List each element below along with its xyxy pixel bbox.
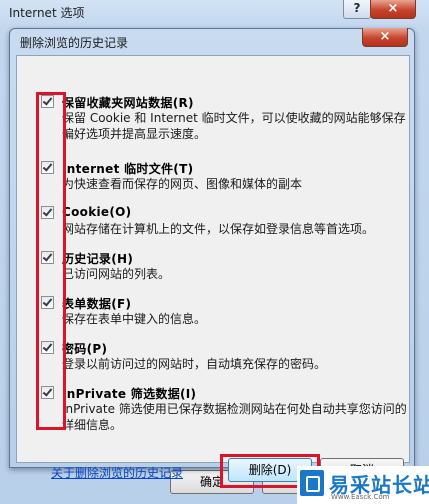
option-title: Internet 临时文件(T) xyxy=(62,162,194,176)
option-description: 网站存储在计算机上的文件，以保存如登录信息等首选项。 xyxy=(62,222,375,236)
window-title: Internet 选项 xyxy=(9,6,85,20)
option-title: 密码(P) xyxy=(62,342,108,356)
option-description: 登录以前访问过的网站时，自动填充保存的密码。 xyxy=(62,357,327,371)
watermark-url: Www.Easck.Com xyxy=(331,493,390,501)
watermark-logo-icon xyxy=(300,470,324,496)
option-title: 保留收藏夹网站数据(R) xyxy=(62,96,194,110)
option-description: InPrivate 筛选使用已保存数据检测网站在何处自动共享您访问的详细信息。 xyxy=(62,402,407,432)
about-deleting-history-link[interactable]: 关于删除浏览的历史记录 xyxy=(51,464,183,481)
option-description: 已访问网站的列表。 xyxy=(62,267,171,281)
dialog-close-button[interactable]: × xyxy=(362,28,408,47)
dialog-body: 保留收藏夹网站数据(R) 保留 Cookie 和 Internet 临时文件，可… xyxy=(16,55,410,488)
option-description: 为快速查看而保存的网页、图像和媒体的副本 xyxy=(62,177,303,191)
option-title: Cookie(O) xyxy=(62,205,132,219)
option-title: 表单数据(F) xyxy=(62,297,132,311)
checkbox-highlight-box xyxy=(36,92,66,430)
option-description: 保存在表单中键入的信息。 xyxy=(62,312,207,326)
help-button[interactable]: ? xyxy=(343,0,371,19)
dialog-title: 删除浏览的历史记录 xyxy=(20,36,129,50)
window-close-button[interactable]: × xyxy=(370,0,416,19)
watermark: 易采站长站 Www.Easck.Com xyxy=(297,466,429,504)
option-title: 历史记录(H) xyxy=(62,252,134,266)
delete-history-dialog: 删除浏览的历史记录 × 保留收藏夹网站数据(R) 保留 Cookie 和 Int… xyxy=(9,28,415,488)
option-title: InPrivate 筛选数据(I) xyxy=(62,387,197,401)
option-description: 保留 Cookie 和 Internet 临时文件，可以使收藏的网站能够保存偏好… xyxy=(62,111,406,141)
